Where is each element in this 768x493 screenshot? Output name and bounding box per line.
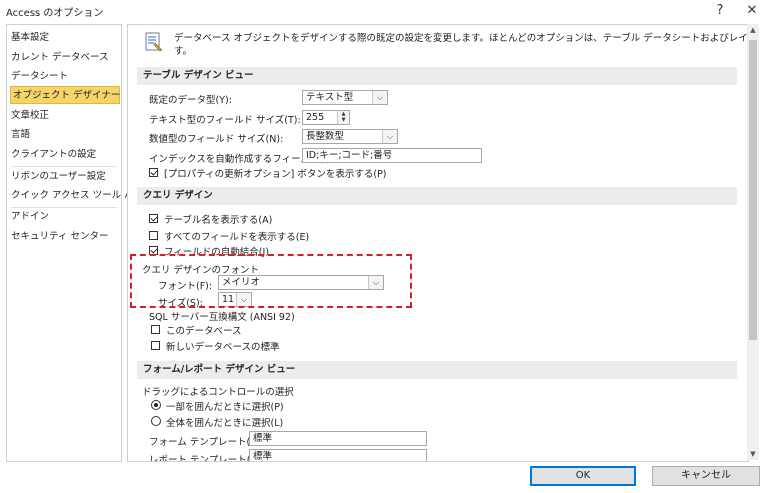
close-button[interactable]: ✕ bbox=[740, 0, 764, 22]
fully-enclosed-label: 全体を囲んだときに選択(L) bbox=[166, 418, 284, 429]
ok-button[interactable]: OK bbox=[530, 466, 636, 486]
output-all-fields-checkbox[interactable] bbox=[149, 231, 158, 240]
sidebar-item-object-designers[interactable]: オブジェクト デザイナー bbox=[10, 86, 120, 104]
sql-compat-label: SQL サーバー互換構文 (ANSI 92) bbox=[149, 312, 295, 323]
vertical-scrollbar[interactable]: ▲ ▼ bbox=[747, 24, 759, 460]
selection-behavior-label: ドラッグによるコントロールの選択 bbox=[142, 387, 294, 398]
partially-enclosed-radio[interactable] bbox=[151, 400, 161, 410]
spin-down-icon[interactable]: ▼ bbox=[338, 117, 349, 123]
section-header-table-design: テーブル デザイン ビュー bbox=[137, 67, 737, 85]
report-template-label: レポート テンプレート(R): bbox=[149, 455, 264, 462]
section-header-form-report-design: フォーム/レポート デザイン ビュー bbox=[137, 361, 737, 379]
number-field-size-value: 長整数型 bbox=[306, 131, 345, 142]
form-template-label: フォーム テンプレート(M): bbox=[149, 437, 266, 448]
partially-enclosed-label: 一部を囲んだときに選択(P) bbox=[166, 402, 284, 413]
number-field-size-label: 数値型のフィールド サイズ(N): bbox=[149, 134, 284, 145]
show-property-update-checkbox[interactable] bbox=[149, 168, 158, 177]
show-table-names-label: テーブル名を表示する(A) bbox=[164, 215, 273, 226]
sidebar-item-current-database[interactable]: カレント データベース bbox=[7, 49, 119, 67]
options-content: データベース オブジェクトをデザインする際の既定の設定を変更します。ほとんどのオ… bbox=[127, 24, 749, 462]
sidebar-item-language[interactable]: 言語 bbox=[7, 126, 119, 144]
sidebar-item-proofing[interactable]: 文章校正 bbox=[7, 107, 119, 125]
autoindex-input[interactable]: ID;キー;コード;番号 bbox=[302, 148, 482, 163]
output-all-fields-label: すべてのフィールドを表示する(E) bbox=[164, 232, 310, 243]
section-header-query-design: クエリ デザイン bbox=[137, 187, 737, 205]
form-template-input[interactable]: 標準 bbox=[249, 431, 427, 446]
sidebar-item-datasheet[interactable]: データシート bbox=[7, 68, 119, 86]
text-field-size-value: 255 bbox=[306, 112, 325, 123]
default-data-type-select[interactable]: テキスト型 ⌵ bbox=[302, 90, 388, 105]
category-sidebar: 基本設定 カレント データベース データシート オブジェクト デザイナー 文章校… bbox=[6, 24, 143, 462]
text-field-size-input[interactable]: 255 ▲ ▼ bbox=[302, 110, 350, 125]
scroll-up-icon[interactable]: ▲ bbox=[747, 24, 759, 36]
sidebar-item-trust-center[interactable]: セキュリティ センター bbox=[7, 228, 119, 246]
report-template-input[interactable]: 標準 bbox=[249, 449, 427, 461]
default-data-type-value: テキスト型 bbox=[306, 92, 354, 103]
sidebar-item-customize-ribbon[interactable]: リボンのユーザー設定 bbox=[7, 168, 119, 186]
new-database-default-label: 新しいデータベースの標準 bbox=[166, 342, 280, 353]
intro-text-line1: データベース オブジェクトをデザインする際の既定の設定を変更します。ほとんどのオ… bbox=[174, 33, 748, 44]
this-database-label: このデータベース bbox=[166, 326, 242, 337]
sidebar-item-general[interactable]: 基本設定 bbox=[7, 29, 119, 47]
spin-buttons[interactable]: ▲ ▼ bbox=[337, 111, 349, 124]
highlight-box bbox=[130, 254, 412, 308]
this-database-checkbox[interactable] bbox=[151, 325, 160, 334]
show-table-names-checkbox[interactable] bbox=[149, 214, 158, 223]
scroll-thumb[interactable] bbox=[749, 40, 757, 340]
chevron-down-icon[interactable]: ⌵ bbox=[382, 130, 397, 143]
design-options-icon bbox=[143, 31, 165, 53]
intro-text-line2: す。 bbox=[174, 46, 193, 57]
window-title: Access のオプション bbox=[6, 8, 104, 19]
text-field-size-label: テキスト型のフィールド サイズ(T): bbox=[149, 115, 301, 126]
default-data-type-label: 既定のデータ型(Y): bbox=[149, 95, 232, 106]
sidebar-item-client-settings[interactable]: クライアントの設定 bbox=[7, 146, 119, 164]
sidebar-item-quick-access-toolbar[interactable]: クイック アクセス ツール バー bbox=[7, 187, 143, 205]
fully-enclosed-radio[interactable] bbox=[151, 416, 161, 426]
show-property-update-label: [プロパティの更新オプション] ボタンを表示する(P) bbox=[164, 169, 387, 180]
title-bar: Access のオプション ? ✕ bbox=[0, 0, 768, 22]
scroll-down-icon[interactable]: ▼ bbox=[747, 448, 759, 460]
number-field-size-select[interactable]: 長整数型 ⌵ bbox=[302, 129, 398, 144]
help-button[interactable]: ? bbox=[708, 0, 732, 22]
chevron-down-icon[interactable]: ⌵ bbox=[372, 91, 387, 104]
cancel-button[interactable]: キャンセル bbox=[652, 466, 760, 486]
sidebar-divider bbox=[11, 166, 117, 167]
new-database-default-checkbox[interactable] bbox=[151, 341, 160, 350]
sidebar-item-add-ins[interactable]: アドイン bbox=[7, 208, 119, 226]
